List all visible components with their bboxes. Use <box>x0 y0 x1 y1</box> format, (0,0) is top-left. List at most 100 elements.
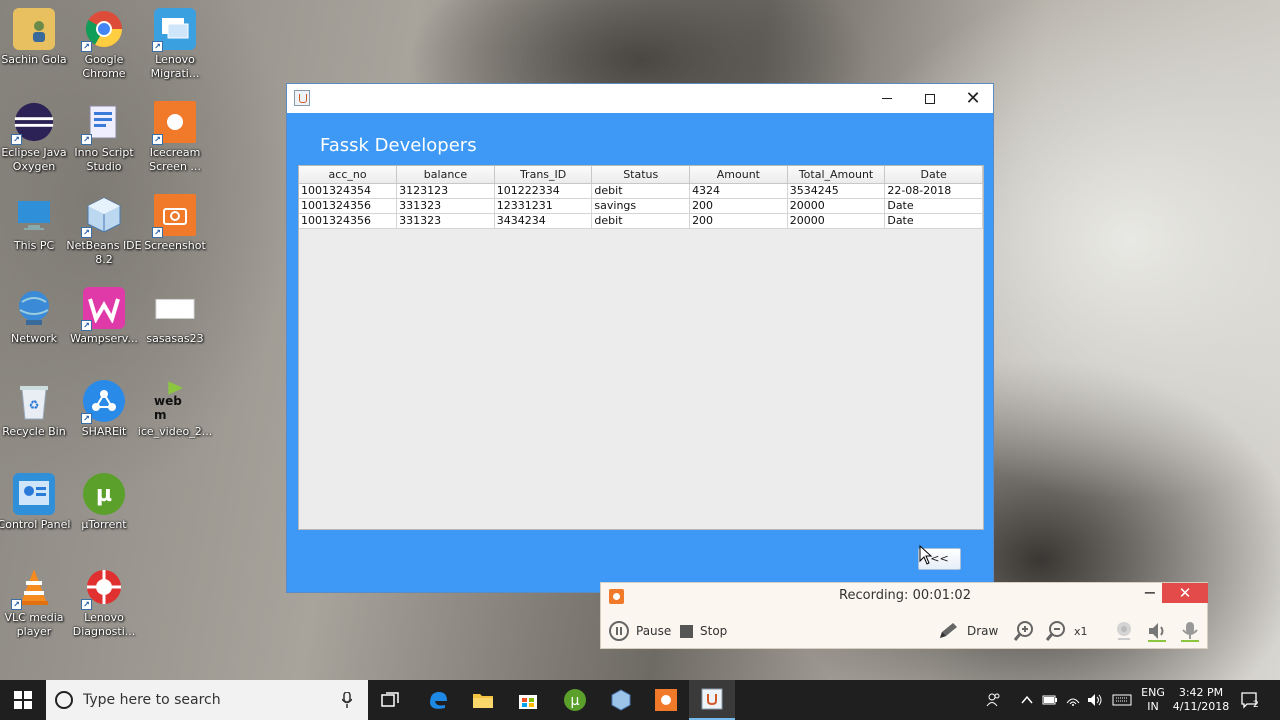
desktop-icon-wampserver[interactable]: ↗ Wampserv... <box>66 279 142 365</box>
draw-button[interactable]: Draw <box>937 620 998 642</box>
table-cell[interactable]: 3534245 <box>787 183 886 199</box>
table-cell[interactable]: 200 <box>689 198 788 214</box>
desktop-icon-icecream[interactable]: ↗ Icecream Screen ... <box>137 93 213 179</box>
keyboard-icon <box>1112 694 1132 706</box>
webcam-icon <box>1117 622 1131 640</box>
table-cell[interactable]: 1001324354 <box>299 183 398 199</box>
show-hidden-icons-button[interactable] <box>1016 680 1038 720</box>
microphone-icon <box>1181 622 1199 642</box>
desktop-icon-recycle-bin[interactable]: ♻ Recycle Bin <box>0 372 72 458</box>
column-header[interactable]: Total_Amount <box>787 166 886 184</box>
desktop-icon-netbeans[interactable]: ↗ NetBeans IDE 8.2 <box>66 186 142 272</box>
action-center-button[interactable]: 2 <box>1236 680 1266 720</box>
desktop-icon-lenovo-migration[interactable]: ↗ Lenovo Migrati... <box>137 0 213 86</box>
taskbar-icecream[interactable] <box>643 680 689 720</box>
table-row[interactable]: 1001324354 3123123 101222334 debit 4324 … <box>299 183 983 199</box>
table-cell[interactable]: 3123123 <box>396 183 495 199</box>
stop-icon <box>680 624 693 638</box>
task-view-button[interactable] <box>367 680 413 720</box>
clock[interactable]: 3:42 PM 4/11/2018 <box>1170 680 1232 720</box>
microphone-icon[interactable] <box>342 692 352 708</box>
column-header[interactable]: Status <box>591 166 691 184</box>
lifebuoy-icon: ↗ <box>81 566 125 610</box>
taskbar-edge[interactable] <box>415 680 461 720</box>
stop-button[interactable]: Stop <box>680 620 727 642</box>
table-cell[interactable]: Date <box>884 198 983 214</box>
start-button[interactable] <box>0 680 46 720</box>
maximize-button[interactable] <box>908 84 952 113</box>
wifi-button[interactable] <box>1063 680 1083 720</box>
desktop-icon-screenshot[interactable]: ↗ Screenshot <box>137 186 213 272</box>
taskbar-search[interactable]: Type here to search <box>46 680 368 720</box>
table-cell[interactable]: 331323 <box>396 198 495 214</box>
table-cell[interactable]: debit <box>591 213 691 229</box>
desktop-icon-chrome[interactable]: ↗ Google Chrome <box>66 0 142 86</box>
table-cell[interactable]: 22-08-2018 <box>884 183 983 199</box>
table-cell[interactable]: 1001324356 <box>299 213 398 229</box>
table-cell[interactable]: 20000 <box>787 198 886 214</box>
close-button[interactable]: ✕ <box>951 84 995 113</box>
table-cell[interactable]: 101222334 <box>494 183 593 199</box>
minimize-button[interactable] <box>865 84 909 113</box>
cortana-icon <box>55 691 73 709</box>
zoom-in-button[interactable] <box>1013 620 1035 642</box>
desktop-icon-lenovo-diagnostics[interactable]: ↗ Lenovo Diagnosti... <box>66 558 142 644</box>
battery-button[interactable] <box>1040 680 1060 720</box>
clock-date: 4/11/2018 <box>1172 700 1230 713</box>
recording-time: 00:01:02 <box>912 588 971 603</box>
desktop-icon-sasasas23[interactable]: sasasas23 <box>137 279 213 365</box>
recorder-close-button[interactable]: ✕ <box>1162 583 1208 603</box>
taskbar-file-explorer[interactable] <box>460 680 506 720</box>
desktop-icon-network[interactable]: Network <box>0 279 72 365</box>
volume-button[interactable] <box>1085 680 1105 720</box>
desktop-icon-utorrent[interactable]: µ µTorrent <box>66 465 142 551</box>
stop-label: Stop <box>700 624 728 638</box>
transactions-table-panel[interactable]: acc_no balance Trans_ID Status Amount To… <box>298 165 984 530</box>
column-header[interactable]: acc_no <box>299 166 398 184</box>
webcam-button[interactable] <box>1113 620 1135 642</box>
table-cell[interactable]: debit <box>591 183 691 199</box>
desktop-icon-this-pc[interactable]: This PC <box>0 186 72 272</box>
table-cell[interactable]: 20000 <box>787 213 886 229</box>
desktop-icon-label: sasasas23 <box>146 332 204 345</box>
table-row[interactable]: 1001324356 331323 12331231 savings 200 2… <box>299 198 983 214</box>
svg-text:♻: ♻ <box>29 398 40 412</box>
table-cell[interactable]: 4324 <box>689 183 788 199</box>
taskbar-netbeans[interactable] <box>598 680 644 720</box>
monitor-icon <box>13 194 55 236</box>
people-button[interactable] <box>982 680 1006 720</box>
table-cell[interactable]: 331323 <box>396 213 495 229</box>
taskbar-java-app[interactable] <box>689 680 735 720</box>
desktop-icon-user-folder[interactable]: Sachin Gola <box>0 0 72 86</box>
desktop-icon-label: NetBeans IDE 8.2 <box>66 239 142 266</box>
keyboard-button[interactable] <box>1109 680 1135 720</box>
desktop-icon-control-panel[interactable]: Control Panel <box>0 465 72 551</box>
column-header[interactable]: Trans_ID <box>494 166 593 184</box>
speaker-button[interactable] <box>1146 620 1168 642</box>
microphone-button[interactable] <box>1179 620 1201 642</box>
volume-icon <box>1088 694 1102 706</box>
desktop-icon-eclipse[interactable]: ↗ Eclipse Java Oxygen <box>0 93 72 179</box>
table-cell[interactable]: 1001324356 <box>299 198 398 214</box>
desktop-icon-inno-script[interactable]: ↗ Inno Script Studio <box>66 93 142 179</box>
column-header[interactable]: Amount <box>689 166 788 184</box>
table-row[interactable]: 1001324356 331323 3434234 debit 200 2000… <box>299 213 983 229</box>
desktop-icon-webm-video[interactable]: web m ice_video_2... <box>137 372 213 458</box>
table-cell[interactable]: 12331231 <box>494 198 593 214</box>
zoom-level: x1 <box>1074 624 1088 638</box>
zoom-out-button[interactable] <box>1045 620 1067 642</box>
pause-button[interactable]: Pause <box>609 620 671 642</box>
column-header[interactable]: Date <box>884 166 983 184</box>
taskbar-utorrent[interactable]: µ <box>552 680 598 720</box>
window-titlebar[interactable]: ✕ <box>287 84 993 113</box>
desktop-icon-vlc[interactable]: ↗ VLC media player <box>0 558 72 644</box>
table-cell[interactable]: 3434234 <box>494 213 593 229</box>
table-cell[interactable]: 200 <box>689 213 788 229</box>
language-indicator[interactable]: ENG IN <box>1138 680 1168 720</box>
taskbar-store[interactable] <box>505 680 551 720</box>
column-header[interactable]: balance <box>396 166 495 184</box>
table-cell[interactable]: Date <box>884 213 983 229</box>
desktop-icon-shareit[interactable]: ↗ SHAREit <box>66 372 142 458</box>
recorder-minimize-button[interactable]: − <box>1139 585 1161 603</box>
table-cell[interactable]: savings <box>591 198 691 214</box>
